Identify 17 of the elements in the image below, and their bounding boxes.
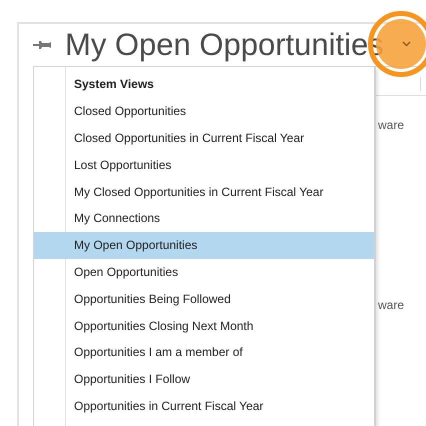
menu-item[interactable]: Opportunities I am a member of xyxy=(34,338,374,366)
menu-item[interactable]: My Closed Opportunities in Current Fiscal Year xyxy=(34,178,374,205)
menu-item[interactable]: My Open Opportunities xyxy=(34,232,374,259)
grid-cell-text: ware xyxy=(377,298,404,312)
menu-item[interactable]: Opportunities in Current Fiscal Year xyxy=(34,392,374,420)
menu-heading: System Views xyxy=(73,76,155,94)
menu-item[interactable]: Closed Opportunities in Current Fiscal Year xyxy=(34,124,374,152)
menu-item[interactable]: Open Opportunities xyxy=(34,258,374,286)
menu-item[interactable]: Opportunities Closing Next Month xyxy=(34,312,374,339)
menu-item[interactable]: Opportunities Being Followed xyxy=(34,285,374,312)
menu-item[interactable]: Lost Opportunities xyxy=(34,151,374,178)
menu-item[interactable]: Opportunities I Follow xyxy=(34,366,374,393)
pin-icon[interactable] xyxy=(33,40,51,50)
menu-item[interactable]: Closed Opportunities xyxy=(34,98,374,125)
chevron-down-icon xyxy=(402,41,410,47)
menu-item[interactable]: My Connections xyxy=(34,204,374,232)
grid-cell-text: ware xyxy=(377,118,404,132)
